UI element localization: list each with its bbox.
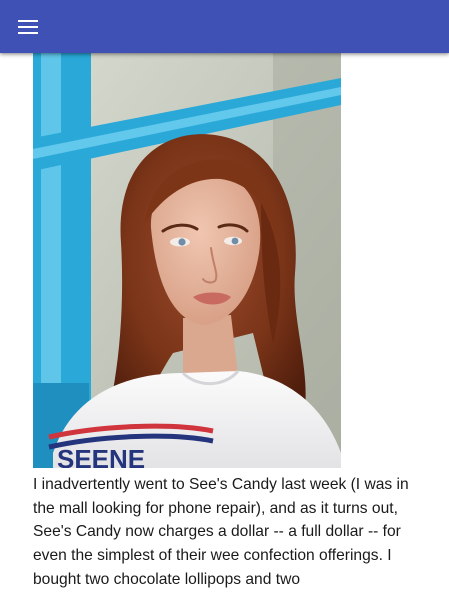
app-screen: SEENE I inadvertently went to See's Cand… [0, 0, 449, 600]
shirt-print-text: SEENE [57, 444, 145, 468]
menu-button[interactable] [6, 5, 50, 49]
menu-icon [18, 20, 38, 34]
article-body-text: I inadvertently went to See's Candy last… [33, 476, 409, 588]
post-image: SEENE [33, 53, 341, 468]
app-bar [0, 0, 449, 53]
